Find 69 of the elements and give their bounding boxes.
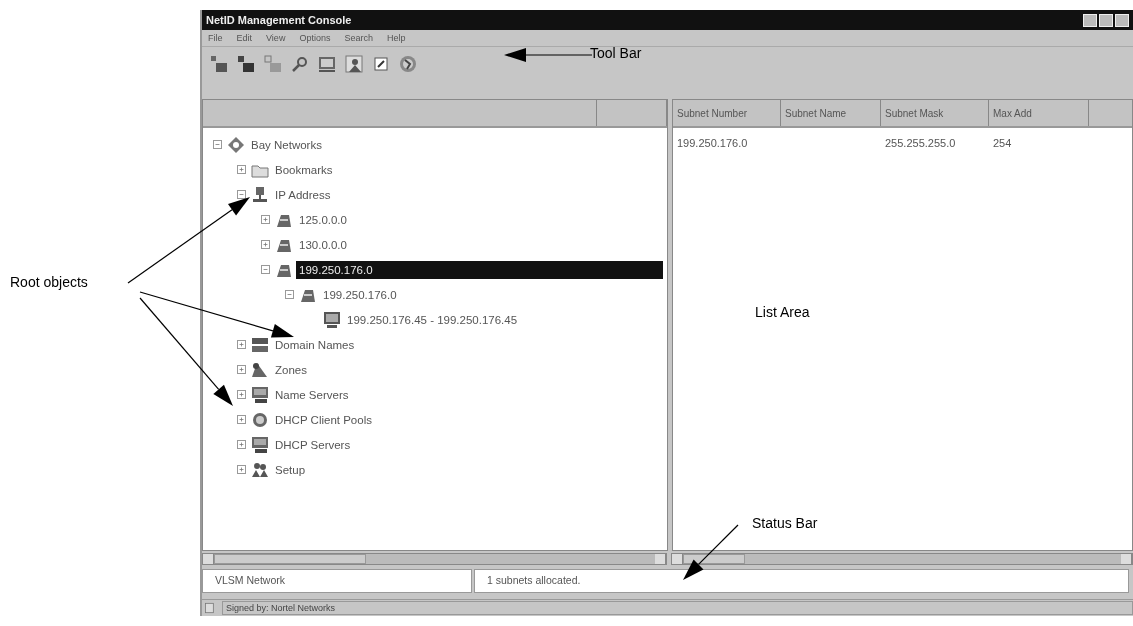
- status-field: VLSM Network: [202, 569, 472, 593]
- horizontal-scrollbar[interactable]: [202, 553, 667, 565]
- expand-toggle[interactable]: [237, 165, 246, 174]
- callout-label: Status Bar: [752, 515, 818, 531]
- expand-toggle[interactable]: [237, 440, 246, 449]
- monitor-icon: [318, 55, 336, 73]
- expand-toggle[interactable]: [237, 415, 246, 424]
- tree-item[interactable]: Bookmarks: [272, 160, 336, 179]
- monitor-icon: [323, 310, 341, 329]
- network-icon: [237, 55, 255, 73]
- column-header[interactable]: Subnet Number: [673, 100, 781, 126]
- tree-item[interactable]: Zones: [272, 360, 310, 379]
- menu-item[interactable]: View: [266, 33, 286, 43]
- tree-item[interactable]: Setup: [272, 460, 309, 479]
- tree-item[interactable]: 199.250.176.0: [296, 260, 663, 279]
- minimize-button[interactable]: [1083, 13, 1097, 27]
- tree-item[interactable]: 199.250.176.0: [320, 285, 400, 304]
- callout-label: Root objects: [10, 274, 88, 290]
- tree-item[interactable]: Domain Names: [272, 335, 358, 354]
- tree-item[interactable]: 125.0.0.0: [296, 210, 350, 229]
- tree-item[interactable]: IP Address: [272, 185, 334, 204]
- person-icon: [345, 55, 363, 73]
- collapse-toggle[interactable]: [213, 140, 222, 149]
- server-icon: [251, 335, 269, 354]
- globe-icon: [399, 55, 417, 73]
- column-header[interactable]: Subnet Mask: [881, 100, 989, 126]
- expand-toggle[interactable]: [237, 340, 246, 349]
- expand-toggle[interactable]: [261, 240, 270, 249]
- diamond-icon: [227, 135, 245, 154]
- people-icon: [251, 460, 269, 479]
- table-cell-text: 255.255.255.0: [884, 137, 957, 149]
- tree-item[interactable]: 199.250.176.45 - 199.250.176.45: [344, 310, 521, 329]
- server-icon: [251, 385, 269, 404]
- menu-item[interactable]: Options: [299, 33, 331, 43]
- tree-item[interactable]: DHCP Servers: [272, 435, 354, 454]
- tree-item[interactable]: 130.0.0.0: [296, 235, 350, 254]
- tree-item[interactable]: Name Servers: [272, 385, 352, 404]
- expand-toggle[interactable]: [237, 365, 246, 374]
- callout-label: Tool Bar: [590, 45, 642, 61]
- collapse-toggle[interactable]: [285, 290, 294, 299]
- expand-toggle[interactable]: [237, 390, 246, 399]
- status-field: 1 subnets allocated.: [474, 569, 1129, 593]
- server-icon: [251, 435, 269, 454]
- menu-item[interactable]: Search: [344, 33, 373, 43]
- tree-item[interactable]: Bay Networks: [248, 135, 325, 154]
- menu-item[interactable]: Edit: [236, 33, 253, 43]
- menu-item[interactable]: File: [208, 33, 223, 43]
- expand-toggle[interactable]: [237, 465, 246, 474]
- callout-label: List Area: [755, 304, 810, 320]
- close-button[interactable]: [1115, 13, 1129, 27]
- tree-item[interactable]: DHCP Client Pools: [272, 410, 375, 429]
- column-header[interactable]: Subnet Name: [781, 100, 881, 126]
- table-cell-text: 254: [992, 137, 1013, 149]
- network-icon: [210, 55, 228, 73]
- window-title: NetID Management Console: [206, 14, 352, 26]
- table-cell-text: 199.250.176.0: [676, 137, 749, 149]
- callout-arrow: [683, 524, 739, 580]
- menu-item[interactable]: Help: [386, 33, 406, 43]
- window-icon: [372, 55, 390, 73]
- collapse-toggle[interactable]: [261, 265, 270, 274]
- zone-icon: [251, 360, 269, 379]
- horizontal-scrollbar[interactable]: [671, 553, 1133, 565]
- computer-icon: [251, 185, 269, 204]
- signed-by-text: Signed by: Nortel Networks: [222, 601, 1133, 615]
- expand-toggle[interactable]: [261, 215, 270, 224]
- search-icon: [291, 55, 309, 73]
- network-icon: [264, 55, 282, 73]
- maximize-button[interactable]: [1099, 13, 1113, 27]
- column-header[interactable]: Max Add: [989, 100, 1089, 126]
